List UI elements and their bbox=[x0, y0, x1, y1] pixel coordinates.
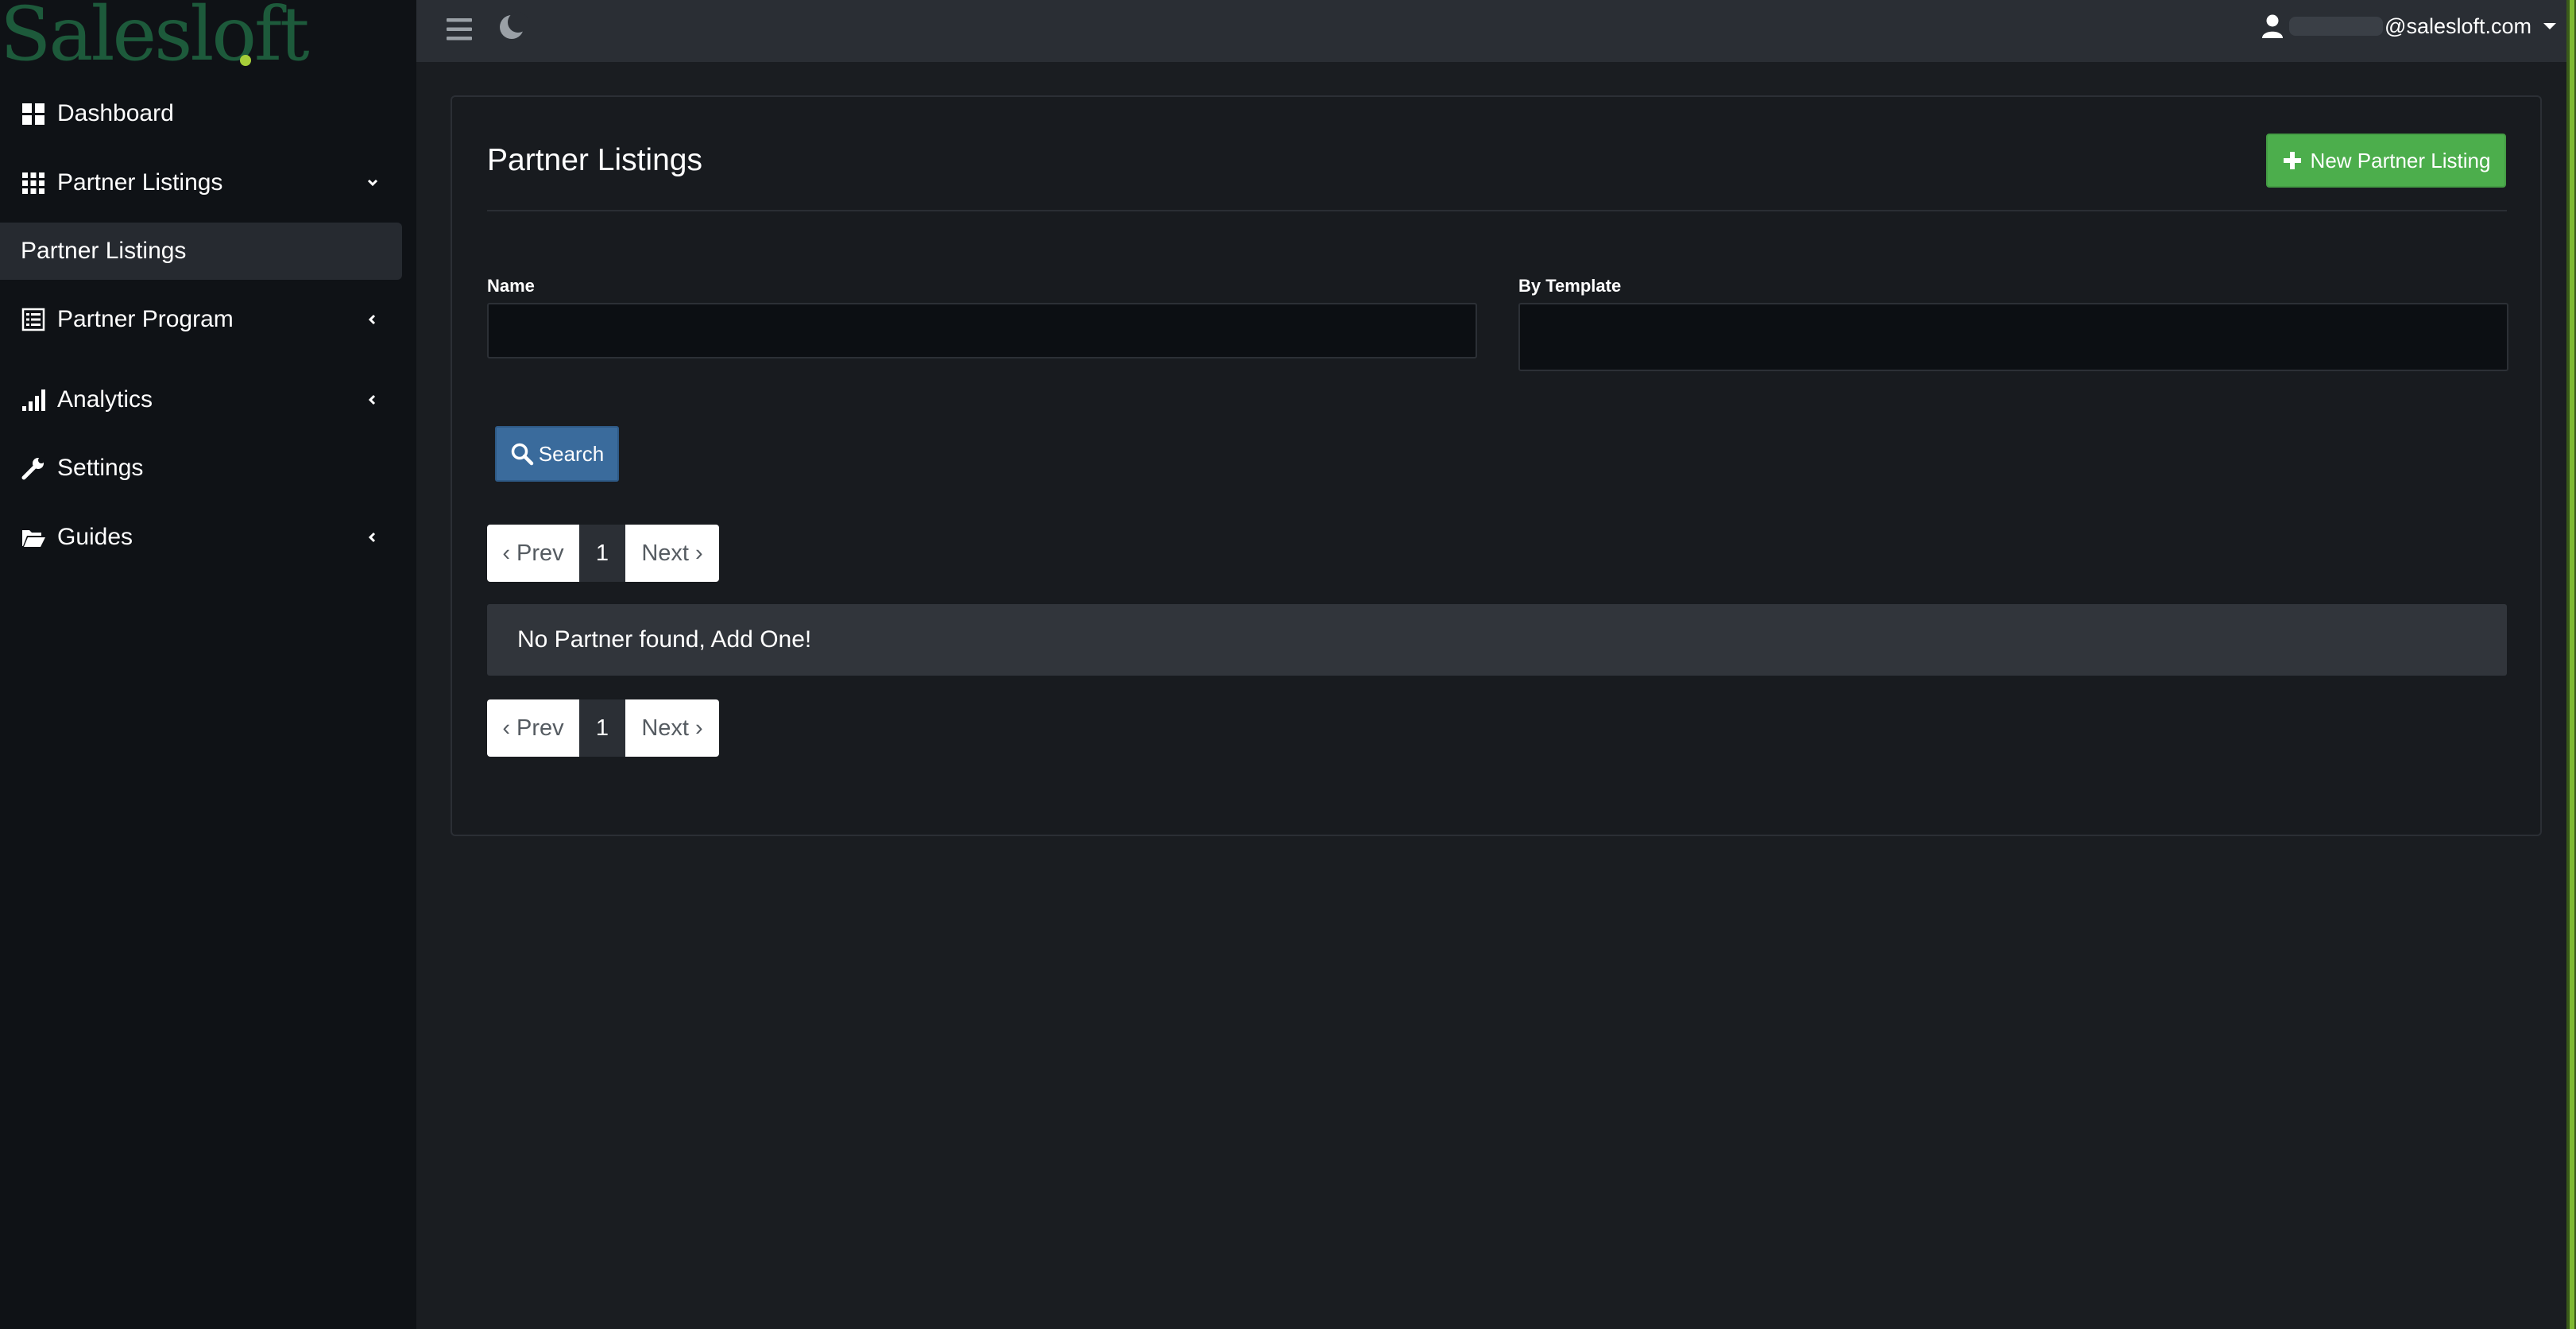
salesloft-logo[interactable]: Salesloft bbox=[0, 0, 334, 70]
page-title: Partner Listings bbox=[487, 143, 702, 177]
sidebar-item-label: Dashboard bbox=[57, 100, 174, 126]
sidebar-item-settings[interactable]: Settings bbox=[0, 444, 416, 492]
dashboard-icon bbox=[22, 103, 44, 125]
topbar: @salesloft.com bbox=[416, 0, 2576, 62]
search-button[interactable]: Search bbox=[495, 426, 619, 482]
by-template-input[interactable] bbox=[1518, 303, 2508, 371]
user-email: @salesloft.com bbox=[2385, 14, 2532, 38]
sidebar: Salesloft Dashboard Partner Listings Par… bbox=[0, 0, 416, 1329]
list-icon bbox=[21, 308, 45, 331]
sidebar-item-label: Settings bbox=[57, 455, 144, 481]
user-menu[interactable]: @salesloft.com bbox=[2261, 10, 2559, 43]
search-button-label: Search bbox=[538, 441, 605, 466]
sidebar-item-label: Guides bbox=[57, 524, 133, 550]
chevron-down-icon bbox=[367, 179, 378, 187]
sidebar-subitem-label: Partner Listings bbox=[21, 238, 187, 264]
name-input[interactable] bbox=[487, 303, 1477, 358]
sidebar-item-partner-listings[interactable]: Partner Listings bbox=[0, 159, 416, 207]
name-label: Name bbox=[487, 276, 535, 296]
folder-open-icon bbox=[22, 530, 45, 547]
grid-icon bbox=[22, 172, 44, 194]
prev-page-button[interactable]: ‹ Prev bbox=[487, 525, 579, 582]
page-number-button[interactable]: 1 bbox=[579, 699, 625, 757]
next-page-button[interactable]: Next › bbox=[625, 699, 719, 757]
new-partner-listing-button[interactable]: New Partner Listing bbox=[2266, 134, 2506, 188]
sidebar-subitem-partner-listings[interactable]: Partner Listings bbox=[0, 223, 402, 280]
new-partner-listing-label: New Partner Listing bbox=[2310, 148, 2491, 172]
sidebar-item-analytics[interactable]: Analytics bbox=[0, 376, 416, 424]
sidebar-item-dashboard[interactable]: Dashboard bbox=[0, 90, 416, 138]
wrench-icon bbox=[21, 457, 44, 480]
signal-icon bbox=[22, 389, 45, 411]
sidebar-item-label: Analytics bbox=[57, 386, 153, 413]
logo-dot bbox=[240, 55, 251, 66]
header-divider bbox=[487, 210, 2507, 211]
user-icon bbox=[2262, 14, 2284, 38]
by-template-label: By Template bbox=[1518, 276, 1622, 296]
hamburger-menu-icon[interactable] bbox=[443, 14, 475, 45]
next-page-button[interactable]: Next › bbox=[625, 525, 719, 582]
caret-down-icon bbox=[2543, 23, 2556, 29]
search-icon bbox=[511, 443, 534, 466]
empty-state-message: No Partner found, Add One! bbox=[487, 604, 2507, 676]
redacted-username bbox=[2289, 17, 2384, 36]
right-edge-bar bbox=[2566, 0, 2576, 1329]
prev-page-button[interactable]: ‹ Prev bbox=[487, 699, 579, 757]
chevron-left-icon bbox=[368, 532, 376, 543]
sidebar-item-label: Partner Program bbox=[57, 306, 234, 332]
app-root: Salesloft Dashboard Partner Listings Par… bbox=[0, 0, 2576, 1329]
plus-icon bbox=[2283, 152, 2301, 169]
chevron-left-icon bbox=[368, 394, 376, 405]
pagination-bottom: ‹ Prev 1 Next › bbox=[487, 699, 719, 757]
sidebar-item-guides[interactable]: Guides bbox=[0, 513, 416, 561]
sidebar-item-label: Partner Listings bbox=[57, 169, 223, 196]
page-number-button[interactable]: 1 bbox=[579, 525, 625, 582]
pagination-top: ‹ Prev 1 Next › bbox=[487, 525, 719, 582]
right-edge-glow bbox=[2570, 0, 2574, 1329]
sidebar-item-partner-program[interactable]: Partner Program bbox=[0, 296, 416, 343]
moon-icon[interactable] bbox=[496, 11, 528, 43]
chevron-left-icon bbox=[368, 314, 376, 325]
partner-listings-card: Partner Listings New Partner Listing Nam… bbox=[451, 95, 2542, 836]
